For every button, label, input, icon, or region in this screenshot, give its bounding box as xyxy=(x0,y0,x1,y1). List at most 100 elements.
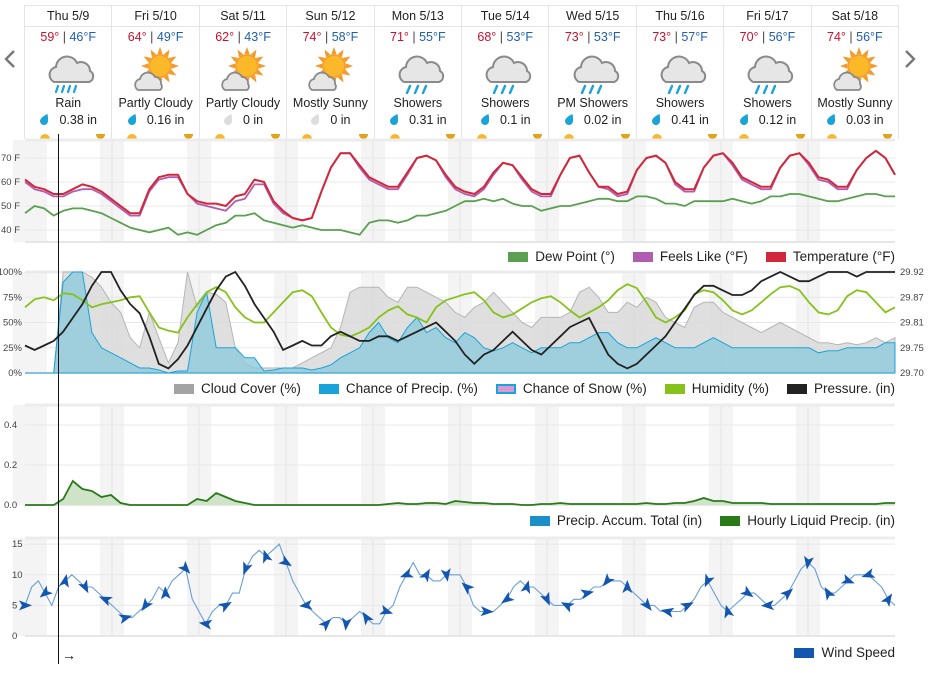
high-temp: 73° xyxy=(564,30,584,44)
low-temp: 58°F xyxy=(331,30,359,44)
raindrop-icon xyxy=(739,114,748,125)
legend-label: Feels Like (°F) xyxy=(659,249,748,264)
day-column[interactable]: Tue 5/14 68° | 53°F Showers 0.1 in xyxy=(462,6,550,139)
legend-temperature[interactable]: Temperature (°F) xyxy=(765,249,895,264)
day-column[interactable]: Fri 5/17 70° | 56°F Showers 0.12 in xyxy=(724,6,812,139)
day-label: Thu 5/16 xyxy=(636,6,724,27)
chevron-left-icon xyxy=(4,50,15,68)
precip-chance-swatch xyxy=(318,383,339,394)
axis-tick-label: 0% xyxy=(8,368,22,379)
temp-separator: | xyxy=(583,30,594,44)
day-label: Fri 5/10 xyxy=(112,6,199,27)
precip-value: 0.31 in xyxy=(409,113,447,127)
raindrop-icon xyxy=(127,114,136,125)
partly-cloudy-icon xyxy=(133,47,179,91)
legend-label: Humidity (%) xyxy=(691,381,769,396)
atmosphere-chart: 0% 25% 50% 75% 100% 29.70 29.75 29.81 29.87 29.92… xyxy=(0,265,931,400)
axis-tick-label: 40 F xyxy=(1,225,20,236)
showers-icon xyxy=(660,55,707,94)
precip-amount: 0 in xyxy=(200,111,286,129)
precip-amount: 0.41 in xyxy=(637,111,723,129)
day-temperatures: 70° | 56°F xyxy=(724,30,810,45)
next-period-button[interactable] xyxy=(902,45,918,73)
precip-value: 0.41 in xyxy=(671,113,709,127)
legend-precip-accum[interactable]: Precip. Accum. Total (in) xyxy=(529,513,703,528)
high-temp: 71° xyxy=(390,30,409,44)
high-temp: 70° xyxy=(739,30,759,44)
axis-tick-label: 10 xyxy=(12,570,23,581)
day-label: Mon 5/13 xyxy=(374,6,462,27)
cloud-cover-swatch xyxy=(174,383,195,394)
raindrop-icon xyxy=(827,114,836,125)
axis-tick-label: 5 xyxy=(12,600,17,611)
axis-tick-label: 25% xyxy=(3,343,23,354)
raindrop-icon xyxy=(40,114,49,125)
day-label: Sun 5/12 xyxy=(287,6,374,27)
axis-tick-label: 15 xyxy=(12,539,23,550)
legend-snow-chance[interactable]: Chance of Snow (%) xyxy=(495,381,647,396)
precip-accum-swatch xyxy=(529,515,550,526)
wind-plot[interactable]: 0 5 10 15 xyxy=(0,533,931,641)
atmosphere-plot[interactable]: 0% 25% 50% 75% 100% 29.70 29.75 29.81 29.87 29.92 xyxy=(0,265,931,380)
day-temperatures: 59° | 46°F xyxy=(25,30,111,45)
daily-forecast-strip: Thu 5/9 59° | 46°F Rain 0.38 in Fri 5/10 64° … xyxy=(24,5,899,139)
raindrop-icon xyxy=(564,114,573,125)
high-temp: 62° xyxy=(215,30,235,44)
precip-value: 0.12 in xyxy=(758,113,797,127)
day-temperatures: 74° | 56°F xyxy=(812,30,898,45)
precip-amount: 0.1 in xyxy=(462,111,548,129)
prev-period-button[interactable] xyxy=(2,45,18,73)
legend-label: Precip. Accum. Total (in) xyxy=(556,513,703,528)
day-column[interactable]: Mon 5/13 71° | 55°F Showers 0.31 in xyxy=(374,6,463,139)
precipitation-plot[interactable]: 0.0 0.2 0.4 xyxy=(0,400,931,512)
axis-tick-label: 50% xyxy=(3,318,23,329)
legend-pressure[interactable]: Pressure. (in) xyxy=(786,381,895,396)
axis-tick-label: 0.4 xyxy=(4,420,17,431)
temp-separator: | xyxy=(234,30,245,44)
temp-separator: | xyxy=(845,30,857,44)
day-temperatures: 62° | 43°F xyxy=(200,30,286,45)
day-column[interactable]: Wed 5/15 73° | 53°F PM Showers 0.02 in xyxy=(549,6,637,139)
legend-hourly-precip[interactable]: Hourly Liquid Precip. (in) xyxy=(720,513,895,528)
precipitation-chart: 0.0 0.2 0.4 Precip. Accum. Total (in) Hour… xyxy=(0,400,931,534)
high-temp: 59° xyxy=(40,30,60,44)
day-column[interactable]: Fri 5/10 64° | 49°F Partly Cloudy 0.16 in xyxy=(112,6,200,139)
day-column[interactable]: Sun 5/12 74° | 58°F Mostly Sunny 0 in xyxy=(287,6,375,139)
raindrop-icon xyxy=(652,114,661,125)
low-temp: 57°F xyxy=(681,30,708,44)
high-temp: 74° xyxy=(827,30,846,44)
precip-value: 0.02 in xyxy=(583,113,622,127)
day-column[interactable]: Thu 5/16 73° | 57°F Showers 0.41 in xyxy=(636,6,725,139)
legend-label: Temperature (°F) xyxy=(792,249,895,264)
day-column[interactable]: Thu 5/9 59° | 46°F Rain 0.38 in xyxy=(25,6,113,139)
low-temp: 46°F xyxy=(69,30,97,44)
legend-cloud-cover[interactable]: Cloud Cover (%) xyxy=(174,381,301,396)
legend-wind-speed[interactable]: Wind Speed xyxy=(794,645,895,660)
legend-label: Wind Speed xyxy=(821,645,895,660)
precip-value: 0 in xyxy=(242,113,264,127)
legend-precip-chance[interactable]: Chance of Precip. (%) xyxy=(318,381,478,396)
temperature-swatch xyxy=(765,251,786,262)
legend-feels-like[interactable]: Feels Like (°F) xyxy=(632,249,748,264)
day-temperatures: 64° | 49°F xyxy=(112,30,198,45)
condition-label: Showers xyxy=(393,96,443,110)
day-temperatures: 73° | 53°F xyxy=(549,30,635,45)
atmosphere-legend: Cloud Cover (%) Chance of Precip. (%) Ch… xyxy=(174,381,895,396)
legend-humidity[interactable]: Humidity (%) xyxy=(664,381,769,396)
partly-cloudy-icon xyxy=(221,47,267,91)
day-column[interactable]: Sat 5/11 62° | 43°F Partly Cloudy 0 in xyxy=(199,6,288,139)
legend-dew-point[interactable]: Dew Point (°) xyxy=(508,249,615,264)
day-label: Sat 5/18 xyxy=(811,6,899,27)
temperature-plot[interactable]: 40 F 50 F 60 F 70 F xyxy=(0,138,931,248)
legend-label: Pressure. (in) xyxy=(813,381,895,396)
temp-separator: | xyxy=(59,30,70,44)
high-temp: 64° xyxy=(127,30,147,44)
axis-tick-label: 100% xyxy=(0,267,23,278)
low-temp: 56°F xyxy=(856,30,883,44)
condition-label: PM Showers xyxy=(557,96,629,110)
precip-amount: 0.31 in xyxy=(375,111,461,129)
day-column[interactable]: Sat 5/18 74° | 56°F Mostly Sunny 0.03 in xyxy=(811,6,899,139)
axis-tick-label: 0.0 xyxy=(4,500,17,511)
time-cursor-line[interactable] xyxy=(58,134,59,664)
snow-chance-swatch xyxy=(495,383,516,394)
